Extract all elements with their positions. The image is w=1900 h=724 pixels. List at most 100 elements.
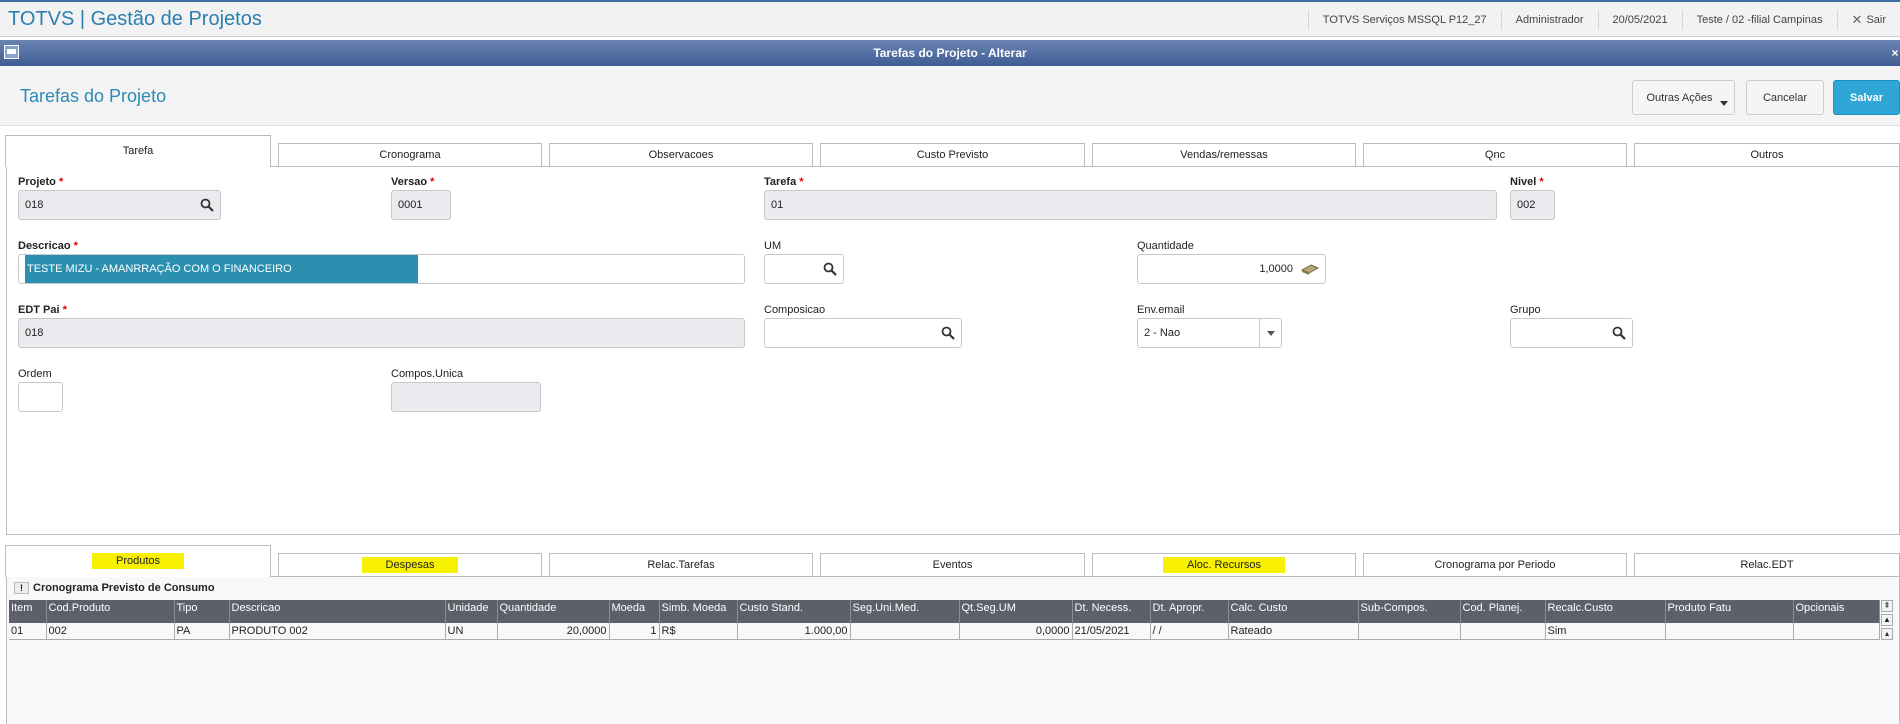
search-icon[interactable] bbox=[1612, 326, 1626, 340]
grid-cell[interactable]: Rateado bbox=[1228, 623, 1359, 640]
edt-pai-field[interactable]: 018 bbox=[18, 318, 745, 348]
grid-column-header[interactable]: Cod.Produto bbox=[46, 600, 175, 623]
grid-column-header[interactable]: Dt. Necess. bbox=[1072, 600, 1151, 623]
grid-column-header[interactable]: Recalc.Custo bbox=[1545, 600, 1666, 623]
um-field[interactable] bbox=[764, 254, 844, 284]
grid-cell[interactable] bbox=[1793, 623, 1880, 640]
grid-column-header[interactable]: Cod. Planej. bbox=[1460, 600, 1546, 623]
exit-label: Sair bbox=[1866, 13, 1886, 26]
projeto-field[interactable]: 018 bbox=[18, 190, 221, 220]
descricao-value: TESTE MIZU - AMANRRAÇÃO COM O FINANCEIRO bbox=[25, 255, 418, 283]
grid-title: ! Cronograma Previsto de Consumo bbox=[14, 582, 215, 594]
grid-column-header[interactable]: Descricao bbox=[229, 600, 446, 623]
tab-aloc-recursos[interactable]: Aloc. Recursos bbox=[1092, 553, 1356, 577]
env-email-label: Env.email bbox=[1137, 304, 1185, 316]
grid-cell[interactable]: PRODUTO 002 bbox=[229, 623, 446, 640]
descricao-label: Descricao * bbox=[18, 240, 78, 252]
grid-column-header[interactable]: Qt.Seg.UM bbox=[959, 600, 1073, 623]
chevron-down-icon[interactable] bbox=[1259, 319, 1281, 347]
quantidade-label: Quantidade bbox=[1137, 240, 1194, 252]
grid-column-header[interactable]: Dt. Apropr. bbox=[1150, 600, 1229, 623]
scroll-page-up-icon[interactable]: ▲ bbox=[1881, 614, 1893, 626]
compos-unica-label: Compos.Unica bbox=[391, 368, 464, 380]
top-bar: TOTVS | Gestão de Projetos TOTVS Serviço… bbox=[0, 0, 1900, 37]
table-row[interactable]: 01 002 PA PRODUTO 002 UN 20,0000 1 R$ 1.000,00 0,… bbox=[9, 623, 1880, 640]
grid-cell[interactable]: 20,0000 bbox=[497, 623, 610, 640]
grid-column-header[interactable]: Calc. Custo bbox=[1228, 600, 1359, 623]
grid-column-header[interactable]: Opcionais bbox=[1793, 600, 1880, 623]
grid-cell[interactable]: R$ bbox=[659, 623, 738, 640]
window-title: Tarefas do Projeto - Alterar bbox=[873, 46, 1027, 60]
other-actions-label: Outras Ações bbox=[1646, 91, 1713, 104]
tab-cronograma-por-periodo[interactable]: Cronograma por Periodo bbox=[1363, 553, 1627, 577]
tab-eventos[interactable]: Eventos bbox=[820, 553, 1085, 577]
grid-cell[interactable]: / / bbox=[1150, 623, 1229, 640]
tarefa-field[interactable]: 01 bbox=[764, 190, 1497, 220]
descricao-field[interactable]: TESTE MIZU - AMANRRAÇÃO COM O FINANCEIRO bbox=[18, 254, 745, 284]
tab-vendas-remessas[interactable]: Vendas/remessas bbox=[1092, 143, 1356, 167]
grid-column-header[interactable]: Unidade bbox=[445, 600, 498, 623]
edt-pai-label: EDT Pai * bbox=[18, 304, 67, 316]
grid-scrollbar[interactable]: ⇞ ▲ ▴ bbox=[1881, 600, 1897, 648]
grupo-field[interactable] bbox=[1510, 318, 1633, 348]
grid-column-header[interactable]: Moeda bbox=[609, 600, 660, 623]
search-icon[interactable] bbox=[941, 326, 955, 340]
tab-custo-previsto[interactable]: Custo Previsto bbox=[820, 143, 1085, 167]
search-icon[interactable] bbox=[200, 198, 214, 212]
grid-column-header[interactable]: Item bbox=[9, 600, 47, 623]
tarefa-label: Tarefa * bbox=[764, 176, 804, 188]
grid-cell[interactable]: 21/05/2021 bbox=[1072, 623, 1151, 640]
grid-cell[interactable] bbox=[850, 623, 960, 640]
grid-column-header[interactable]: Custo Stand. bbox=[737, 600, 851, 623]
calculator-icon[interactable] bbox=[1301, 262, 1319, 276]
env-email-select[interactable]: 2 - Nao bbox=[1137, 318, 1282, 348]
tab-relac-tarefas[interactable]: Relac.Tarefas bbox=[549, 553, 813, 577]
window-close-icon[interactable]: × bbox=[1890, 40, 1900, 66]
cancel-button[interactable]: Cancelar bbox=[1746, 80, 1824, 115]
nivel-field[interactable]: 002 bbox=[1510, 190, 1555, 220]
grid-column-header[interactable]: Produto Fatu bbox=[1665, 600, 1794, 623]
grid-cell[interactable]: 01 bbox=[9, 623, 47, 640]
info-icon[interactable]: ! bbox=[14, 582, 29, 594]
tab-despesas-label: Despesas bbox=[361, 557, 459, 573]
compos-unica-field[interactable] bbox=[391, 382, 541, 412]
other-actions-button[interactable]: Outras Ações bbox=[1632, 80, 1735, 115]
composicao-field[interactable] bbox=[764, 318, 962, 348]
tab-cronograma[interactable]: Cronograma bbox=[278, 143, 542, 167]
grid-column-header[interactable]: Sub-Compos. bbox=[1358, 600, 1461, 623]
environment-label: TOTVS Serviços MSSQL P12_27 bbox=[1307, 9, 1501, 30]
grid-cell[interactable] bbox=[1460, 623, 1546, 640]
projeto-label: Projeto * bbox=[18, 176, 64, 188]
grid-cell[interactable]: 0,0000 bbox=[959, 623, 1073, 640]
tab-observacoes[interactable]: Observacoes bbox=[549, 143, 813, 167]
tab-outros[interactable]: Outros bbox=[1634, 143, 1900, 167]
grid-cell[interactable]: UN bbox=[445, 623, 498, 640]
grid-column-header[interactable]: Quantidade bbox=[497, 600, 610, 623]
grid-cell[interactable]: 1 bbox=[609, 623, 660, 640]
grid-cell[interactable]: 1.000,00 bbox=[737, 623, 851, 640]
branch-label[interactable]: Teste / 02 -filial Campinas bbox=[1681, 9, 1837, 30]
grid-cell[interactable]: PA bbox=[174, 623, 230, 640]
scroll-top-icon[interactable]: ⇞ bbox=[1881, 600, 1893, 612]
tab-relac-edt[interactable]: Relac.EDT bbox=[1634, 553, 1900, 577]
grid-column-header[interactable]: Tipo bbox=[174, 600, 230, 623]
tab-aloc-recursos-label: Aloc. Recursos bbox=[1163, 557, 1285, 573]
um-label: UM bbox=[764, 240, 782, 252]
versao-field[interactable]: 0001 bbox=[391, 190, 451, 220]
search-icon[interactable] bbox=[823, 262, 837, 276]
grid-column-header[interactable]: Simb. Moeda bbox=[659, 600, 738, 623]
tab-despesas[interactable]: Despesas bbox=[278, 553, 542, 577]
tab-produtos[interactable]: Produtos bbox=[5, 545, 271, 577]
quantidade-field[interactable]: 1,0000 bbox=[1137, 254, 1326, 284]
tab-qnc[interactable]: Qnc bbox=[1363, 143, 1627, 167]
grid-column-header[interactable]: Seg.Uni.Med. bbox=[850, 600, 960, 623]
save-button[interactable]: Salvar bbox=[1833, 80, 1900, 115]
ordem-field[interactable] bbox=[18, 382, 63, 412]
scroll-up-icon[interactable]: ▴ bbox=[1881, 628, 1893, 640]
grid-cell[interactable] bbox=[1665, 623, 1794, 640]
tab-tarefa[interactable]: Tarefa bbox=[5, 135, 271, 167]
grid-cell[interactable]: 002 bbox=[46, 623, 175, 640]
exit-button[interactable]: ✕ Sair bbox=[1836, 9, 1900, 30]
grid-cell[interactable]: Sim bbox=[1545, 623, 1666, 640]
grid-cell[interactable] bbox=[1358, 623, 1461, 640]
